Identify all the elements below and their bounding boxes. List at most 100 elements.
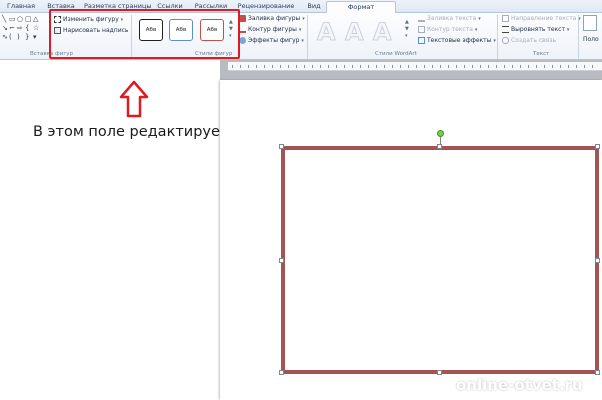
selected-rectangle-shape[interactable] <box>281 146 599 374</box>
ruler-tick <box>416 65 417 68</box>
chevron-down-icon: ▾ <box>301 38 304 44</box>
shape-outline-label: Контур фигуры <box>248 26 297 33</box>
ruler-tick <box>304 65 305 68</box>
wordart-group-label: Стили WordArt <box>375 51 417 57</box>
line-shape-icon[interactable]: ╲ <box>2 15 6 23</box>
tab-format[interactable]: Формат <box>326 1 396 13</box>
tab-review[interactable]: Рецензирование <box>236 1 296 13</box>
ruler-tick <box>272 65 273 68</box>
ruler-tick <box>568 65 569 68</box>
ruler-tick <box>232 65 233 68</box>
ruler-tick <box>584 65 585 68</box>
create-link-button[interactable]: Создать связь <box>502 36 556 45</box>
rectangle-shape-icon[interactable]: ▭ <box>9 15 16 23</box>
ruler-tick <box>280 65 281 68</box>
position-button[interactable]: Поло <box>583 35 599 44</box>
bracket-right-shape-icon[interactable]: ) <box>17 33 20 41</box>
effects-icon <box>239 37 246 44</box>
oval-shape-icon[interactable]: ○ <box>17 15 23 23</box>
align-text-button[interactable]: Выровнять текст ▾ <box>502 25 569 34</box>
link-icon <box>502 37 509 44</box>
ruler-tick <box>456 65 457 68</box>
resize-handle-top[interactable] <box>437 144 442 149</box>
text-group-label: Текст <box>533 51 550 57</box>
text-effects-button[interactable]: Текстовые эффекты ▾ <box>418 36 496 45</box>
ruler-tick <box>408 65 409 68</box>
chevron-down-icon: ▾ <box>302 16 305 22</box>
ruler-tick <box>240 65 241 68</box>
shape-fill-button[interactable]: Заливка фигуры ▾ <box>239 14 305 23</box>
rotation-handle[interactable] <box>437 130 444 137</box>
text-fill-button[interactable]: Заливка текста ▾ <box>418 14 481 23</box>
tab-home[interactable]: Главная <box>4 1 38 13</box>
shape-effects-button[interactable]: Эффекты фигур ▾ <box>239 36 304 45</box>
resize-handle-left[interactable] <box>279 258 284 263</box>
chevron-down-icon: ▾ <box>298 27 302 33</box>
rounded-rect-shape-icon[interactable]: ▢ <box>25 15 32 23</box>
tab-view[interactable]: Вид <box>302 1 326 13</box>
elbow-shape-icon[interactable]: ⌐ <box>9 24 15 32</box>
group-divider <box>578 15 579 59</box>
triangle-shape-icon[interactable]: △ <box>33 15 38 23</box>
text-fill-icon <box>418 15 425 22</box>
text-outline-button[interactable]: Контур текста ▾ <box>418 25 477 34</box>
ruler-tick <box>248 65 249 68</box>
ruler-tick <box>536 65 537 68</box>
watermark-text: online-otvet.ru <box>456 376 583 394</box>
wordart-style-2[interactable]: A <box>345 19 365 46</box>
annotation-caption: В этом поле редактируется <box>33 124 246 140</box>
ruler-tick <box>440 65 441 68</box>
text-direction-label: Направление текста <box>511 15 577 22</box>
curve-shape-icon[interactable]: ∿ <box>2 33 8 41</box>
star-shape-icon[interactable]: ☆ <box>33 24 39 32</box>
ruler-tick <box>400 65 401 68</box>
ruler-tick <box>392 65 393 68</box>
shape-outline-button[interactable]: Контур фигуры ▾ <box>239 25 301 34</box>
align-text-label: Выровнять текст <box>511 26 565 33</box>
arrow-shape-icon[interactable]: ⇨ <box>17 24 23 32</box>
brace-shape-icon[interactable]: { <box>25 24 29 32</box>
highlight-frame <box>49 9 240 59</box>
brace-right-shape-icon[interactable]: } <box>25 33 29 41</box>
ruler-tick <box>488 65 489 68</box>
connector-shape-icon[interactable]: ↘ <box>2 24 8 32</box>
resize-handle-bottom[interactable] <box>437 370 442 375</box>
ruler-tick <box>432 65 433 68</box>
ruler-tick <box>384 65 385 68</box>
wordart-gallery-scroll[interactable]: ▲ ▼ ▾ <box>405 19 409 40</box>
text-fill-label: Заливка текста <box>427 15 477 22</box>
ruler-tick <box>312 65 313 68</box>
ruler-tick <box>552 65 553 68</box>
resize-handle-right[interactable] <box>595 258 600 263</box>
ruler-tick <box>424 65 425 68</box>
ruler-tick <box>336 65 337 68</box>
ruler-tick <box>592 65 593 68</box>
ruler-tick <box>464 65 465 68</box>
align-text-icon <box>502 26 509 33</box>
more-shapes-icon[interactable]: ▾ <box>33 33 37 41</box>
text-outline-icon <box>418 26 425 33</box>
text-direction-button[interactable]: Направление текста ▾ <box>502 14 581 23</box>
ruler-tick <box>320 65 321 68</box>
ruler-tick <box>560 65 561 68</box>
resize-handle-bottom-right[interactable] <box>595 370 600 375</box>
ruler-tick <box>256 65 257 68</box>
text-effects-icon <box>418 37 425 44</box>
shape-fill-label: Заливка фигуры <box>248 15 301 22</box>
horizontal-ruler[interactable] <box>228 62 602 71</box>
wordart-style-1[interactable]: A <box>317 19 337 46</box>
pen-icon <box>239 26 246 33</box>
resize-handle-top-left[interactable] <box>279 144 284 149</box>
text-direction-icon <box>502 15 509 22</box>
resize-handle-bottom-left[interactable] <box>279 370 284 375</box>
wordart-style-3[interactable]: A <box>373 19 393 46</box>
text-outline-label: Контур текста <box>427 26 473 33</box>
arrow-up-icon <box>119 80 149 118</box>
ruler-tick <box>512 65 513 68</box>
ruler-tick <box>288 65 289 68</box>
ruler-tick <box>328 65 329 68</box>
resize-handle-top-right[interactable] <box>595 144 600 149</box>
ruler-tick <box>528 65 529 68</box>
position-icon <box>583 15 597 31</box>
bracket-shape-icon[interactable]: ( <box>9 33 12 41</box>
